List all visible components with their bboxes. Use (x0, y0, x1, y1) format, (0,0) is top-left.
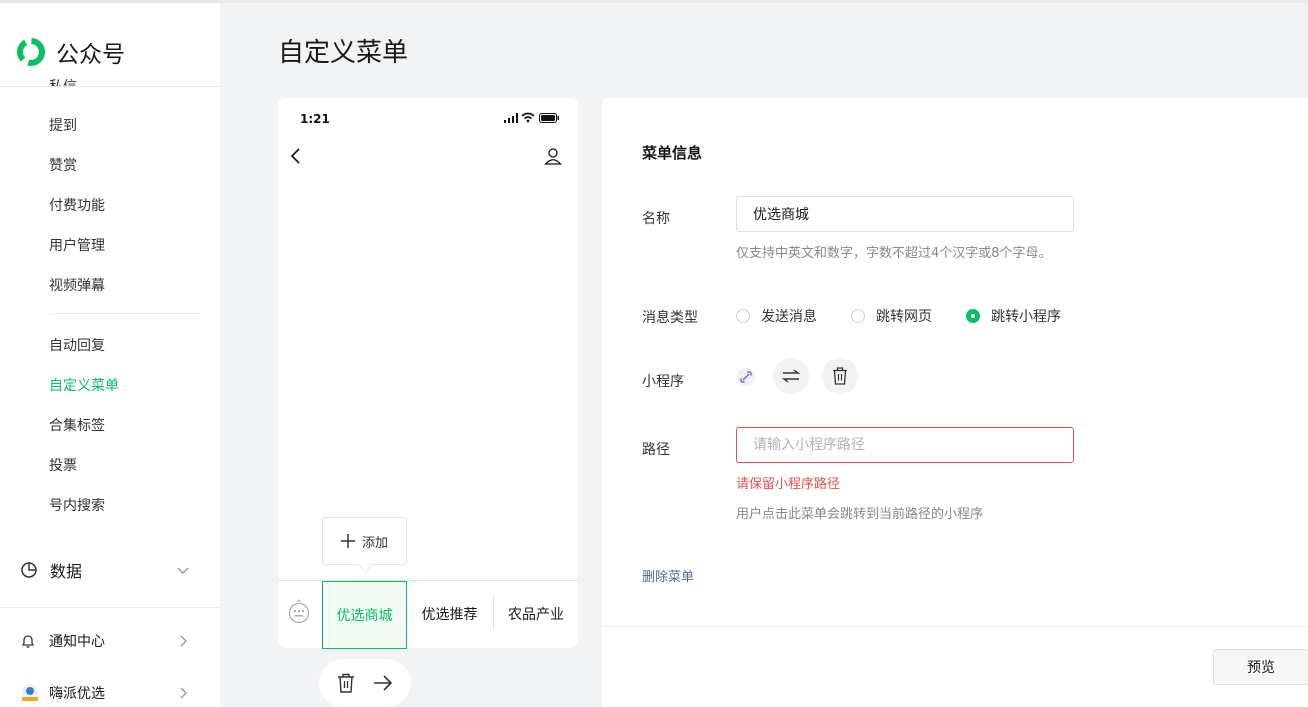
sidebar-item-vote[interactable]: 投票 (49, 455, 77, 475)
miniprogram-path-input[interactable] (736, 427, 1074, 463)
sidebar: 公众号 私信 提到 赞赏 付费功能 用户管理 视频弹幕 自动回复 自定义菜单 合… (0, 3, 220, 707)
message-type-label: 消息类型 (642, 310, 698, 326)
sidebar-item-auto-reply[interactable]: 自动回复 (49, 335, 105, 355)
divider (602, 626, 1308, 627)
menu-action-bar (319, 659, 411, 707)
wechat-official-logo-icon (17, 38, 45, 66)
delete-menu-link[interactable]: 删除菜单 (642, 566, 694, 585)
pie-chart-icon (21, 562, 37, 578)
sidebar-group-label: 数据 (50, 562, 83, 581)
chevron-right-icon (180, 687, 187, 699)
keyboard-icon[interactable] (288, 599, 310, 625)
bell-icon (21, 635, 35, 648)
path-label: 路径 (642, 442, 670, 458)
path-hint: 用户点击此菜单会跳转到当前路径的小程序 (736, 507, 984, 522)
app-logo[interactable]: 公众号 (14, 35, 125, 69)
sidebar-item-notifications[interactable]: 通知中心 (20, 631, 190, 651)
sidebar-item-mentions[interactable]: 提到 (49, 115, 77, 135)
battery-icon (539, 113, 559, 123)
path-error: 请保留小程序路径 (736, 477, 841, 492)
signal-icon (504, 113, 518, 123)
sidebar-item-custom-menu[interactable]: 自定义菜单 (49, 375, 119, 395)
radio-label: 发送消息 (761, 309, 817, 325)
menu-name-input[interactable] (736, 196, 1074, 232)
miniprogram-label: 小程序 (642, 374, 684, 390)
miniprogram-link-icon (737, 368, 755, 386)
phone-menu-bar: 优选商城 优选推荐 农品产业 (278, 580, 578, 649)
preview-button[interactable]: 预览 (1213, 649, 1308, 685)
radio-circle-checked (966, 309, 980, 323)
sidebar-item-cut: 私信 (49, 79, 77, 87)
sidebar-item-appreciation[interactable]: 赞赏 (49, 155, 77, 175)
menu-tab-2[interactable]: 农品产业 (494, 581, 578, 647)
back-icon[interactable] (290, 148, 302, 164)
add-label: 添加 (361, 535, 388, 551)
radio-jump-miniprogram[interactable]: 跳转小程序 (966, 306, 1061, 326)
radio-circle (736, 309, 750, 323)
radio-label: 跳转小程序 (991, 309, 1061, 325)
profile-icon[interactable] (544, 147, 562, 165)
divider (49, 313, 201, 314)
sidebar-item-search[interactable]: 号内搜索 (49, 495, 105, 515)
sidebar-item-video-danmaku[interactable]: 视频弹幕 (49, 275, 105, 295)
sidebar-item-paid-features[interactable]: 付费功能 (49, 195, 105, 215)
radio-jump-webpage[interactable]: 跳转网页 (851, 306, 932, 326)
wifi-icon (521, 112, 535, 123)
status-time: 1:21 (300, 112, 330, 126)
divider (0, 86, 220, 87)
radio-send-message[interactable]: 发送消息 (736, 306, 817, 326)
plus-icon (340, 534, 355, 548)
trash-icon[interactable] (337, 673, 355, 693)
switch-miniprogram-button[interactable] (773, 358, 809, 394)
arrow-right-icon[interactable] (373, 673, 393, 693)
sidebar-item-account[interactable]: 嗨派优选 (20, 683, 190, 703)
menu-info-panel: 菜单信息 名称 仅支持中英文和数字，字数不超过4个汉字或8个字母。 消息类型 发… (602, 98, 1308, 707)
menu-tab-0[interactable]: 优选商城 (322, 581, 407, 649)
add-submenu-button[interactable]: 添加 (322, 517, 407, 573)
page-title: 自定义菜单 (278, 38, 409, 68)
menu-tab-1[interactable]: 优选推荐 (407, 581, 492, 647)
sidebar-item-collection-tags[interactable]: 合集标签 (49, 415, 105, 435)
popover-arrow (357, 556, 374, 573)
trash-icon (833, 367, 847, 385)
divider (0, 607, 220, 608)
name-hint: 仅支持中英文和数字，字数不超过4个汉字或8个字母。 (736, 246, 1052, 261)
phone-preview: 1:21 添加 优选商城 优选推荐 农品产业 (278, 98, 578, 649)
account-avatar (22, 684, 38, 701)
radio-label: 跳转网页 (876, 309, 932, 325)
name-label: 名称 (642, 211, 670, 227)
sidebar-item-user-management[interactable]: 用户管理 (49, 235, 105, 255)
sidebar-item-label: 通知中心 (49, 634, 105, 650)
swap-icon (781, 369, 801, 383)
chevron-down-icon (177, 567, 189, 574)
remove-miniprogram-button[interactable] (822, 358, 858, 394)
chevron-right-icon (180, 635, 187, 647)
app-name: 公众号 (56, 42, 125, 68)
section-title: 菜单信息 (642, 144, 703, 162)
sidebar-item-label: 嗨派优选 (49, 686, 105, 702)
radio-circle (851, 309, 865, 323)
sidebar-group-data[interactable]: 数据 (20, 558, 190, 582)
